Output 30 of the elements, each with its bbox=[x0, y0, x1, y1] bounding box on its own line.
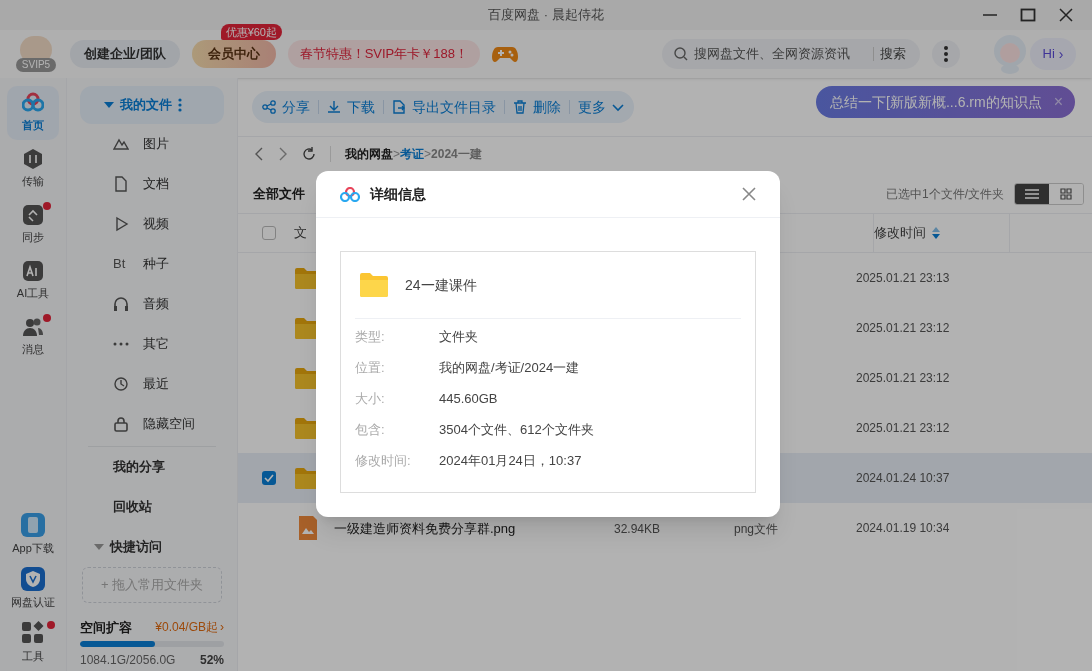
breadcrumb-separator: > bbox=[393, 146, 400, 163]
field-value: 445.60GB bbox=[439, 389, 498, 408]
field-label: 包含: bbox=[355, 420, 386, 439]
storage-title: 空间扩容 bbox=[80, 618, 132, 637]
breadcrumb-separator: > bbox=[424, 146, 432, 163]
list-title: 全部文件 bbox=[253, 185, 305, 204]
file-type: png文件 bbox=[734, 522, 779, 536]
modified-time: 2025.01.21 23:13 bbox=[856, 270, 950, 287]
modified-time: 2024.01.19 10:34 bbox=[856, 520, 950, 537]
dialog-title: 详细信息 bbox=[370, 184, 426, 204]
field-value: 3504个文件、612个文件夹 bbox=[439, 420, 594, 439]
modified-time: 2025.01.21 23:12 bbox=[856, 370, 950, 387]
storage-percent: 52% bbox=[199, 652, 224, 669]
field-label: 修改时间: bbox=[355, 451, 412, 470]
modified-time: 2024.01.24 10:37 bbox=[856, 470, 950, 487]
field-label: 大小: bbox=[355, 389, 386, 408]
torrent-icon: Bt bbox=[113, 254, 129, 274]
modified-time: 2025.01.21 23:12 bbox=[856, 320, 950, 337]
field-value: 我的网盘/考证/2024一建 bbox=[439, 358, 580, 377]
field-value: 2024年01月24日，10:37 bbox=[439, 451, 582, 470]
storage-usage: 1084.1G/2056.0G bbox=[80, 652, 176, 669]
selection-info: 已选中1个文件/文件夹 bbox=[886, 186, 1004, 203]
discount-badge: 优惠¥60起 bbox=[220, 24, 282, 40]
field-label: 位置: bbox=[355, 358, 386, 377]
window-title: 百度网盘 · 晨起侍花 bbox=[488, 6, 604, 25]
field-label: 类型: bbox=[355, 327, 386, 346]
modified-time: 2025.01.21 23:12 bbox=[856, 420, 950, 437]
file-name: 24一建课件 bbox=[405, 275, 477, 295]
field-value: 文件夹 bbox=[439, 327, 478, 346]
file-size: 32.94KB bbox=[614, 522, 661, 536]
